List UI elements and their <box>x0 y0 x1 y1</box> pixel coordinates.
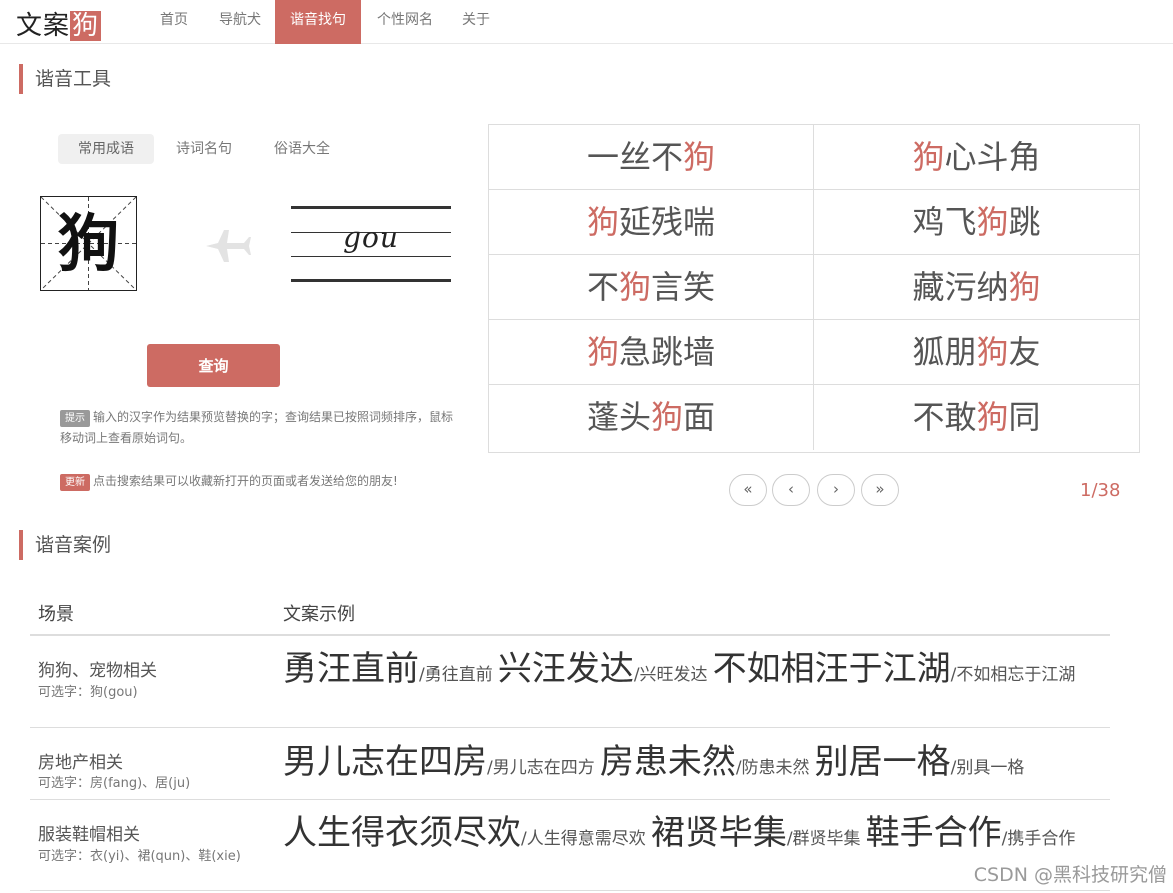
section-title-tool: 谐音工具 <box>19 64 111 94</box>
tab-sayings[interactable]: 俗语大全 <box>258 134 346 164</box>
tab-idioms[interactable]: 常用成语 <box>58 134 154 164</box>
result-cell[interactable]: 鸡飞狗跳 <box>814 190 1139 255</box>
table-header-scene: 场景 <box>38 604 74 625</box>
input-char-box[interactable]: 狗 <box>40 196 137 291</box>
airplane-icon <box>206 230 251 262</box>
site-logo[interactable]: 文案狗 <box>16 5 102 42</box>
pinyin-line-4 <box>291 279 451 282</box>
update-text: 点击搜索结果可以收藏新打开的页面或者发送给您的朋友! <box>93 474 398 488</box>
result-cell[interactable]: 一丝不狗 <box>489 125 814 190</box>
result-cell[interactable]: 蓬头狗面 <box>489 385 814 450</box>
top-nav: 文案狗 首页 导航犬 谐音找句 个性网名 关于 <box>0 0 1173 44</box>
tip-badge: 提示 <box>60 410 90 427</box>
row-divider <box>30 890 1110 891</box>
nav-nickname[interactable]: 个性网名 <box>366 0 444 44</box>
result-grid: 一丝不狗 狗心斗角 狗延残喘 鸡飞狗跳 不狗言笑 藏污纳狗 狗急跳墙 狐朋狗友 … <box>488 124 1140 453</box>
table-header-divider <box>30 634 1110 636</box>
nav-home[interactable]: 首页 <box>150 0 198 44</box>
result-cell[interactable]: 不敢狗同 <box>814 385 1139 450</box>
case-scene: 房地产相关 <box>38 753 123 773</box>
nav-about[interactable]: 关于 <box>452 0 500 44</box>
pager-prev-button[interactable]: ‹ <box>772 474 810 506</box>
nav-homophone-search[interactable]: 谐音找句 <box>275 0 361 44</box>
result-cell[interactable]: 藏污纳狗 <box>814 255 1139 320</box>
result-cell[interactable]: 不狗言笑 <box>489 255 814 320</box>
row-divider <box>30 727 1110 728</box>
table-header-example: 文案示例 <box>283 604 355 625</box>
tip-note: 提示 输入的汉字作为结果预览替换的字；查询结果已按照词频排序，鼠标移动词上查看原始… <box>60 407 455 449</box>
update-badge: 更新 <box>60 474 90 491</box>
case-options: 可选字：衣(yi)、裙(qun)、鞋(xie) <box>38 849 241 864</box>
case-examples: 勇汪直前/勇往直前 兴汪发达/兴旺发达 不如相汪于江湖/不如相忘于江湖 <box>283 649 1076 689</box>
result-cell[interactable]: 狗心斗角 <box>814 125 1139 190</box>
update-note: 更新 点击搜索结果可以收藏新打开的页面或者发送给您的朋友! <box>60 471 455 492</box>
section-title-cases: 谐音案例 <box>19 530 111 560</box>
watermark: CSDN @黑科技研究僧 <box>973 864 1167 886</box>
logo-accent: 狗 <box>70 11 102 41</box>
case-options: 可选字：狗(gou) <box>38 685 138 700</box>
case-examples: 男儿志在四房/男儿志在四方 房患未然/防患未然 别居一格/别具一格 <box>283 742 1025 782</box>
query-button[interactable]: 查询 <box>147 344 280 387</box>
input-char: 狗 <box>57 207 120 280</box>
case-scene: 服装鞋帽相关 <box>38 825 140 845</box>
result-cell[interactable]: 狐朋狗友 <box>814 320 1139 385</box>
pager-last-button[interactable]: » <box>861 474 899 506</box>
pager-next-button[interactable]: › <box>817 474 855 506</box>
pinyin-text: gou <box>343 221 399 254</box>
page-indicator: 1/38 <box>1080 480 1121 501</box>
nav-guide-dog[interactable]: 导航犬 <box>210 0 270 44</box>
tab-poetry[interactable]: 诗词名句 <box>160 134 248 164</box>
result-cell[interactable]: 狗急跳墙 <box>489 320 814 385</box>
pinyin-line-3 <box>291 256 451 257</box>
row-divider <box>30 799 1110 800</box>
pinyin-display: gou <box>291 206 451 283</box>
result-cell[interactable]: 狗延残喘 <box>489 190 814 255</box>
tip-text: 输入的汉字作为结果预览替换的字；查询结果已按照词频排序，鼠标移动词上查看原始词句… <box>60 410 454 445</box>
pinyin-line-1 <box>291 206 451 209</box>
case-examples: 人生得衣须尽欢/人生得意需尽欢 裙贤毕集/群贤毕集 鞋手合作/携手合作 <box>283 813 1076 853</box>
pager-first-button[interactable]: « <box>729 474 767 506</box>
case-scene: 狗狗、宠物相关 <box>38 661 157 681</box>
logo-text: 文案 <box>16 11 71 41</box>
case-options: 可选字：房(fang)、居(ju) <box>38 776 191 791</box>
